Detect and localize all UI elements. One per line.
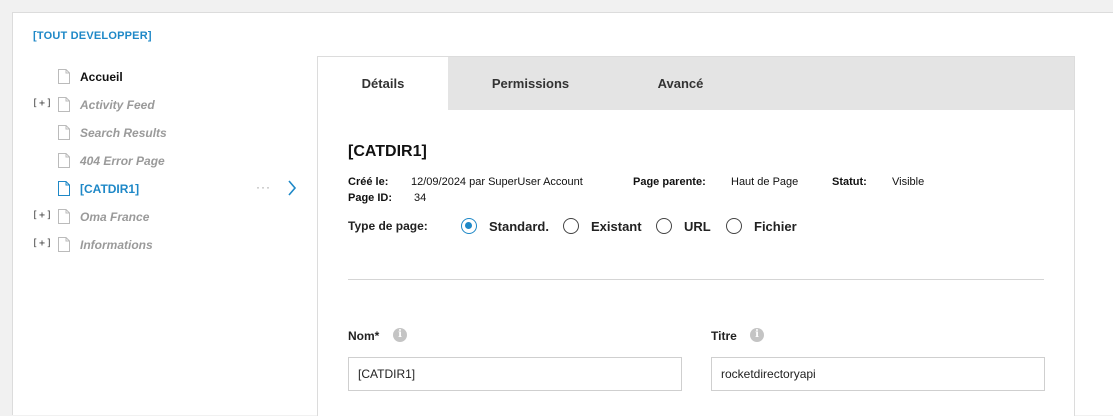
tree-item-catdir1[interactable]: [CATDIR1] ··· [13, 179, 313, 199]
page-title: [CATDIR1] [348, 143, 427, 160]
tab-bar: Détails Permissions Avancé [318, 57, 1074, 110]
tree-item-label: Informations [80, 238, 153, 252]
radio-label: URL [684, 219, 711, 234]
tree-item-label: Search Results [80, 126, 167, 140]
section-divider [348, 279, 1044, 280]
page-icon [58, 209, 70, 224]
expand-all-link[interactable]: [TOUT DEVELOPPER] [33, 30, 152, 42]
created-value: 12/09/2024 par SuperUser Account [411, 176, 583, 188]
tree-item-404-error-page[interactable]: 404 Error Page [13, 151, 313, 171]
radio-label: Fichier [754, 219, 797, 234]
page-editor-panel: [TOUT DEVELOPPER] Accueil [+] Activity F… [12, 12, 1113, 416]
page-id-value: 34 [414, 192, 427, 204]
tree-item-search-results[interactable]: Search Results [13, 123, 313, 143]
status-label: Statut: [832, 176, 867, 188]
page-icon [58, 97, 70, 112]
chevron-right-icon[interactable] [285, 178, 299, 198]
info-icon[interactable]: i [393, 328, 407, 342]
page-icon [58, 237, 70, 252]
tree-item-informations[interactable]: [+] Informations [13, 235, 313, 255]
info-icon[interactable]: i [750, 328, 764, 342]
expand-toggle[interactable]: [+] [32, 238, 53, 249]
tree-item-label: [CATDIR1] [80, 182, 140, 196]
radio-circle [563, 218, 579, 234]
more-options-icon[interactable]: ··· [256, 180, 271, 194]
expand-toggle[interactable]: [+] [32, 98, 53, 109]
title-input[interactable] [711, 357, 1045, 391]
parent-page-label: Page parente: [633, 176, 706, 188]
page-details-panel: Détails Permissions Avancé [CATDIR1] Cré… [317, 56, 1075, 416]
radio-label: Existant [591, 219, 642, 234]
page-type-label: Type de page: [348, 219, 428, 233]
tree-item-label: Activity Feed [80, 98, 155, 112]
name-input[interactable] [348, 357, 682, 391]
tree-item-oma-france[interactable]: [+] Oma France [13, 207, 313, 227]
page-icon [58, 69, 70, 84]
page-icon [58, 153, 70, 168]
radio-circle [461, 218, 477, 234]
tab-details[interactable]: Détails [318, 57, 448, 110]
status-value: Visible [892, 176, 925, 188]
tab-permissions[interactable]: Permissions [468, 57, 593, 110]
tree-item-label: 404 Error Page [80, 154, 165, 168]
radio-circle [656, 218, 672, 234]
created-label: Créé le: [348, 176, 389, 188]
name-label: Nom* [348, 329, 380, 343]
radio-label: Standard. [489, 219, 549, 234]
tree-item-accueil[interactable]: Accueil [13, 67, 313, 87]
page-id-label: Page ID: [348, 192, 393, 204]
tree-item-label: Oma France [80, 210, 150, 224]
tab-advanced[interactable]: Avancé [638, 57, 723, 110]
radio-circle [726, 218, 742, 234]
tree-item-label: Accueil [80, 70, 123, 84]
page-icon [58, 181, 70, 196]
expand-toggle[interactable]: [+] [32, 210, 53, 221]
parent-page-value: Haut de Page [731, 176, 799, 188]
title-label: Titre [711, 329, 737, 343]
tree-item-activity-feed[interactable]: [+] Activity Feed [13, 95, 313, 115]
page-icon [58, 125, 70, 140]
